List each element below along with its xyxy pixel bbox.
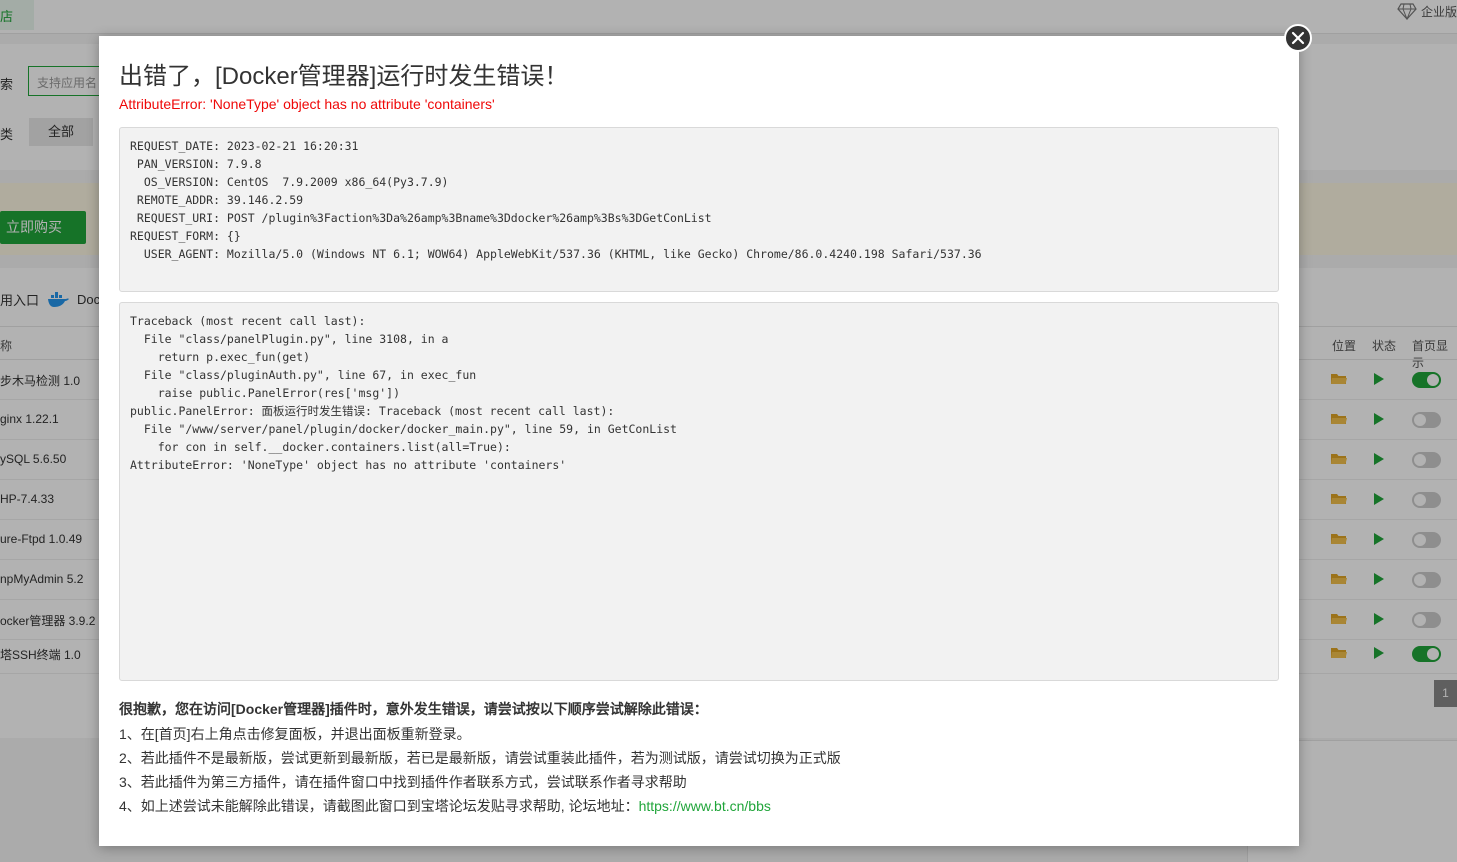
error-message: AttributeError: 'NoneType' object has no… bbox=[119, 96, 495, 112]
help-step-4-text: 4、如上述尝试未能解除此错误，请截图此窗口到宝塔论坛发贴寻求帮助, 论坛地址： bbox=[119, 798, 639, 814]
request-info-line: REQUEST_FORM: {} bbox=[130, 229, 241, 243]
request-info-line: REQUEST_URI: POST /plugin%3Faction%3Da%2… bbox=[130, 211, 712, 225]
close-icon bbox=[1291, 31, 1305, 45]
request-info-line: PAN_VERSION: 7.9.8 bbox=[130, 157, 262, 171]
traceback-line: File "/www/server/panel/plugin/docker/do… bbox=[130, 422, 677, 436]
request-info-box: REQUEST_DATE: 2023-02-21 16:20:31 PAN_VE… bbox=[119, 127, 1279, 292]
traceback-line: public.PanelError: 面板运行时发生错误: Traceback … bbox=[130, 404, 615, 418]
traceback-line: AttributeError: 'NoneType' object has no… bbox=[130, 458, 567, 472]
error-dialog: 出错了，[Docker管理器]运行时发生错误！ AttributeError: … bbox=[99, 36, 1299, 846]
traceback-line: raise public.PanelError(res['msg']) bbox=[130, 386, 401, 400]
help-step-4: 4、如上述尝试未能解除此错误，请截图此窗口到宝塔论坛发贴寻求帮助, 论坛地址：h… bbox=[119, 796, 771, 816]
help-title: 很抱歉，您在访问[Docker管理器]插件时，意外发生错误，请尝试按以下顺序尝试… bbox=[119, 701, 708, 717]
request-info-line: OS_VERSION: CentOS 7.9.2009 x86_64(Py3.7… bbox=[130, 175, 449, 189]
close-dialog-button[interactable] bbox=[1284, 24, 1312, 52]
request-info-line: USER_AGENT: Mozilla/5.0 (Windows NT 6.1;… bbox=[130, 247, 982, 261]
help-step-3: 3、若此插件为第三方插件，请在插件窗口中找到插件作者联系方式，尝试联系作者寻求帮… bbox=[119, 774, 687, 790]
traceback-line: for con in self.__docker.containers.list… bbox=[130, 440, 511, 454]
request-info-line: REMOTE_ADDR: 39.146.2.59 bbox=[130, 193, 304, 207]
traceback-box: Traceback (most recent call last): File … bbox=[119, 302, 1279, 681]
traceback-line: return p.exec_fun(get) bbox=[130, 350, 311, 364]
dialog-title: 出错了，[Docker管理器]运行时发生错误！ bbox=[119, 63, 569, 90]
traceback-line: File "class/panelPlugin.py", line 3108, … bbox=[130, 332, 449, 346]
traceback-line: File "class/pluginAuth.py", line 67, in … bbox=[130, 368, 477, 382]
help-step-2: 2、若此插件不是最新版，尝试更新到最新版，若已是最新版，请尝试重装此插件，若为测… bbox=[119, 750, 841, 766]
request-info-line: REQUEST_DATE: 2023-02-21 16:20:31 bbox=[130, 139, 359, 153]
help-step-1: 1、在[首页]右上角点击修复面板，并退出面板重新登录。 bbox=[119, 726, 471, 742]
forum-link[interactable]: https://www.bt.cn/bbs bbox=[639, 798, 771, 814]
traceback-line: Traceback (most recent call last): bbox=[130, 314, 366, 328]
